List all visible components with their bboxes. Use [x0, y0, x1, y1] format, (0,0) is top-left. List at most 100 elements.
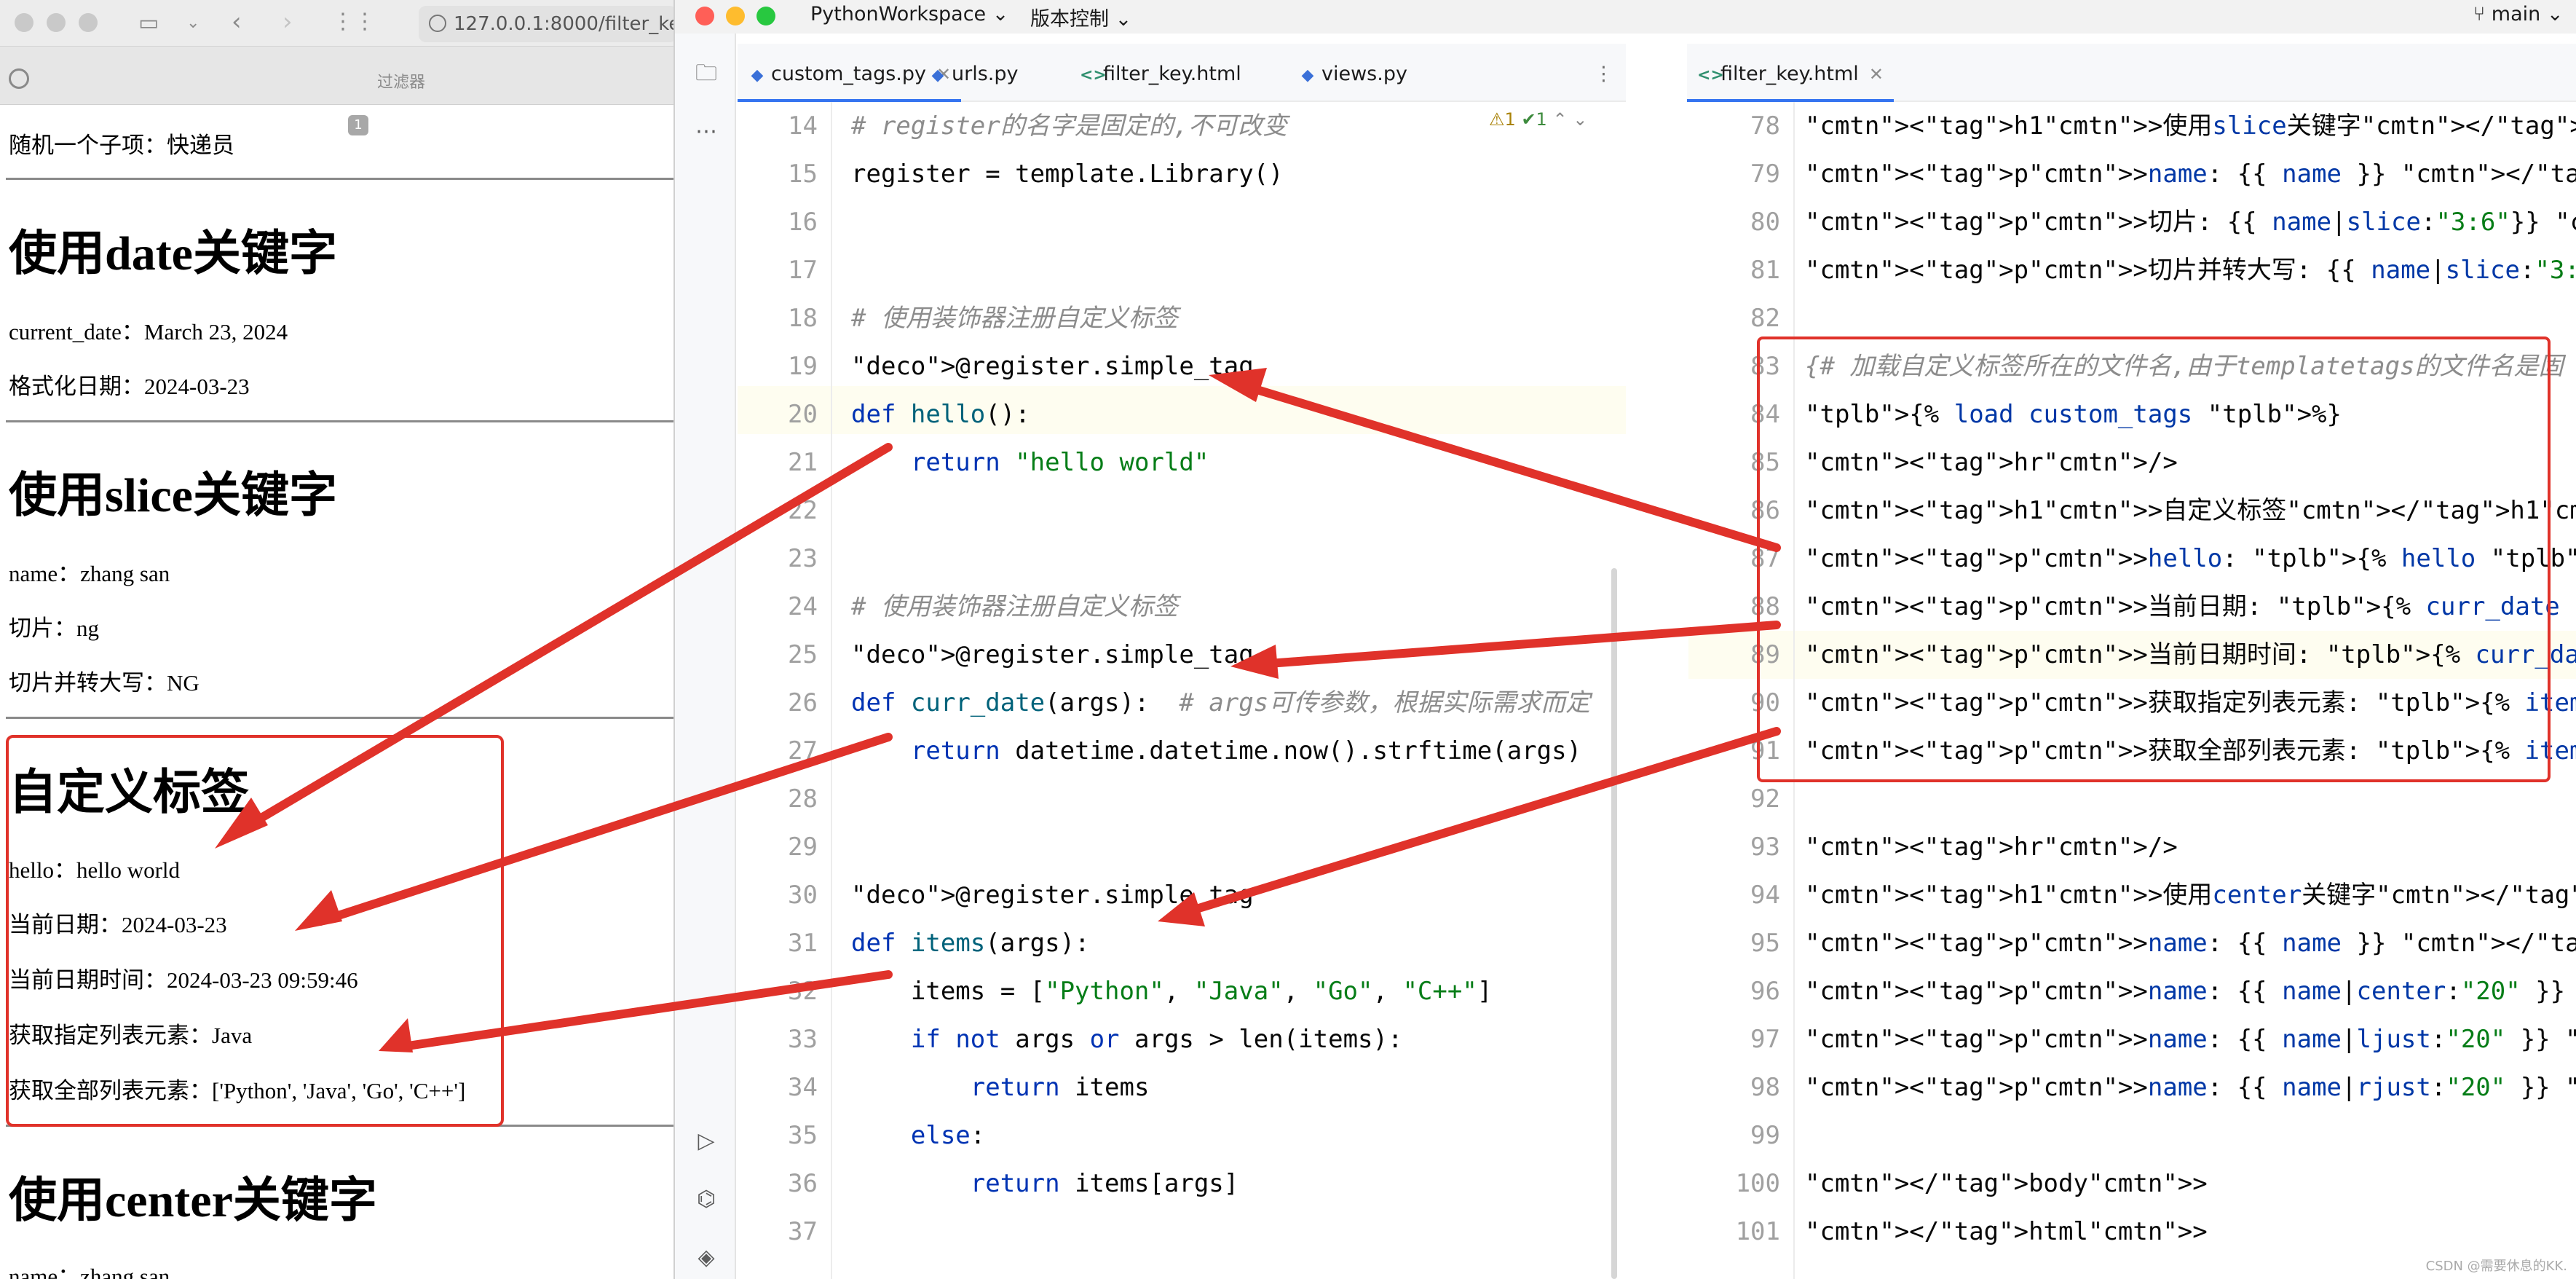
close-icon[interactable]: ✕	[1869, 64, 1884, 84]
divider	[6, 717, 677, 719]
python-console-icon[interactable]: ⌬	[694, 1187, 719, 1212]
more-tabs-icon[interactable]: ⋮	[1594, 58, 1613, 102]
line-number: 31	[788, 929, 818, 958]
code-line: # 使用装饰器注册自定义标签	[851, 304, 1178, 333]
zoom-window-button[interactable]	[79, 13, 98, 32]
line-number: 25	[788, 640, 818, 669]
line-number: 98	[1750, 1073, 1780, 1102]
line-number: 19	[788, 352, 818, 381]
line-number: 93	[1750, 833, 1780, 862]
code-line: "cmtn"><"tag">h1"cmtn">>使用slice关键字"cmtn"…	[1805, 111, 2576, 141]
code-line: "cmtn"><"tag">p"cmtn">>name: {{ name }} …	[1805, 160, 2576, 189]
left-editor-tabbar: ◆ custom_tags.py ✕ ◆ urls.py <>filter_key.h…	[738, 44, 1626, 102]
vertical-scrollbar[interactable]	[1611, 568, 1617, 1279]
html-file-icon: <>	[1697, 66, 1724, 84]
code-line: "deco">@register.simple_tag	[851, 640, 1254, 669]
tab-urls-py[interactable]: ◆ urls.py	[928, 58, 1019, 102]
close-window-button[interactable]	[15, 13, 33, 32]
line-number: 35	[788, 1121, 818, 1150]
code-line: return items	[970, 1073, 1150, 1102]
line-number: 96	[1750, 977, 1780, 1006]
line-number: 24	[788, 592, 818, 621]
code-line: # 使用装饰器注册自定义标签	[851, 592, 1178, 621]
html-file-icon: <>	[1080, 66, 1107, 84]
code-line: "cmtn"><"tag">p"cmtn">>name: {{ name|rju…	[1805, 1073, 2576, 1102]
line-number: 32	[788, 977, 818, 1006]
run-icon[interactable]: ▷	[694, 1129, 719, 1154]
tab-filter-key-html[interactable]: <>filter_key.html	[1080, 58, 1241, 102]
code-line: "deco">@register.simple_tag	[851, 352, 1254, 381]
line-number: 33	[788, 1025, 818, 1054]
close-window-button[interactable]	[695, 7, 714, 25]
project-name: PythonWorkspace	[810, 3, 987, 25]
random-item-text: 随机一个子项：快递员	[9, 133, 234, 158]
minimize-window-button[interactable]	[726, 7, 745, 25]
line-number: 29	[788, 833, 818, 862]
browser-toolbar: ▭ ⌄ ‹ › ⋮⋮ 127.0.0.1:8000/filter_key/	[0, 0, 677, 47]
sidebar-toggle-icon[interactable]: ▭	[138, 9, 159, 38]
formatted-date-text: 格式化日期：2024-03-23	[9, 374, 250, 399]
branch-menu[interactable]: ⑂ main ⌄	[2473, 3, 2563, 25]
code-line: "cmtn"><"tag">p"cmtn">>切片并转大写: {{ name|s…	[1805, 256, 2576, 285]
project-menu[interactable]: PythonWorkspace ⌄	[810, 3, 1008, 25]
code-line: "cmtn"><"tag">p"cmtn">>name: {{ name }} …	[1805, 929, 2576, 958]
left-code-editor[interactable]: 14 15 16 17 18 19 20 21 22 23 24 25 26 27 28 29 30 31 32 33…	[738, 102, 1626, 1279]
annotation-box-left	[6, 735, 504, 1127]
annotation-box-right	[1757, 337, 2551, 782]
line-number: 22	[788, 496, 818, 525]
chevron-down-icon: ⌄	[1115, 8, 1132, 31]
tab-label: urls.py	[952, 63, 1019, 85]
chevron-up-icon[interactable]: ⌃	[1552, 109, 1567, 130]
code-line: "deco">@register.simple_tag	[851, 881, 1254, 910]
code-line: register = template.Library()	[851, 160, 1284, 189]
address-bar[interactable]: 127.0.0.1:8000/filter_key/	[419, 6, 677, 42]
ide-titlebar: PythonWorkspace ⌄ 版本控制 ⌄ ⑂ main ⌄	[675, 0, 2576, 34]
code-line: items = ["Python", "Java", "Go", "C++"]	[851, 977, 1493, 1006]
minimize-window-button[interactable]	[47, 13, 66, 32]
line-number: 95	[1750, 929, 1780, 958]
watermark: CSDN @需要休息的KK.	[2425, 1259, 2567, 1274]
chevron-down-icon[interactable]: ⌄	[186, 9, 199, 38]
gutter-divider	[831, 102, 832, 1279]
chevron-down-icon[interactable]: ⌄	[1573, 109, 1587, 130]
code-line: else:	[910, 1121, 986, 1150]
line-number: 14	[788, 111, 818, 141]
back-button[interactable]: ‹	[232, 7, 242, 36]
site-icon	[9, 68, 29, 89]
line-number: 15	[788, 160, 818, 189]
line-number: 21	[788, 448, 818, 477]
tab-label: custom_tags.py	[771, 63, 926, 85]
line-number: 94	[1750, 881, 1780, 910]
line-number: 27	[788, 736, 818, 766]
tab-label: filter_key.html	[1103, 63, 1241, 85]
tab-views-py[interactable]: ◆ views.py	[1298, 58, 1407, 102]
apps-grid-icon[interactable]: ⋮⋮	[332, 7, 376, 36]
line-number: 99	[1750, 1121, 1780, 1150]
forward-button[interactable]: ›	[283, 7, 293, 36]
address-text: 127.0.0.1:8000/filter_key/	[454, 13, 677, 35]
code-line: def items(args):	[851, 929, 1090, 958]
check-count: 1	[1536, 109, 1547, 130]
vcs-label: 版本控制	[1030, 8, 1109, 31]
browser-tab-title[interactable]: 过滤器	[377, 69, 425, 93]
globe-icon	[429, 15, 446, 32]
warning-icon: ⚠	[1489, 109, 1505, 130]
heading-slice: 使用slice关键字	[9, 469, 337, 522]
code-line: "cmtn"><"tag">p"cmtn">>name: {{ name|cen…	[1805, 977, 2576, 1006]
layers-icon[interactable]: ◈	[694, 1245, 719, 1270]
divider	[6, 178, 677, 180]
inspection-widget[interactable]: ⚠1 ✔1 ⌃ ⌄	[1489, 109, 1587, 130]
more-icon[interactable]: ⋯	[694, 119, 719, 144]
zoom-window-button[interactable]	[756, 7, 775, 25]
name-text: name：zhang san	[9, 561, 170, 586]
browser-tabbar: 1 过滤器	[0, 47, 677, 135]
slice-text: 切片：ng	[9, 615, 99, 641]
line-number: 34	[788, 1073, 818, 1102]
folder-icon[interactable]: 🗀	[694, 61, 719, 86]
vcs-menu[interactable]: 版本控制 ⌄	[1030, 3, 1131, 31]
code-line: "cmtn"><"tag">p"cmtn">>name: {{ name|lju…	[1805, 1025, 2576, 1054]
line-number: 36	[788, 1169, 818, 1198]
chevron-down-icon: ⌄	[992, 3, 1009, 25]
code-line: def curr_date(args): # args可传参数，根据实际需求而定	[851, 688, 1591, 717]
tab-filter-key-html-right[interactable]: <>filter_key.html ✕	[1687, 58, 1894, 102]
